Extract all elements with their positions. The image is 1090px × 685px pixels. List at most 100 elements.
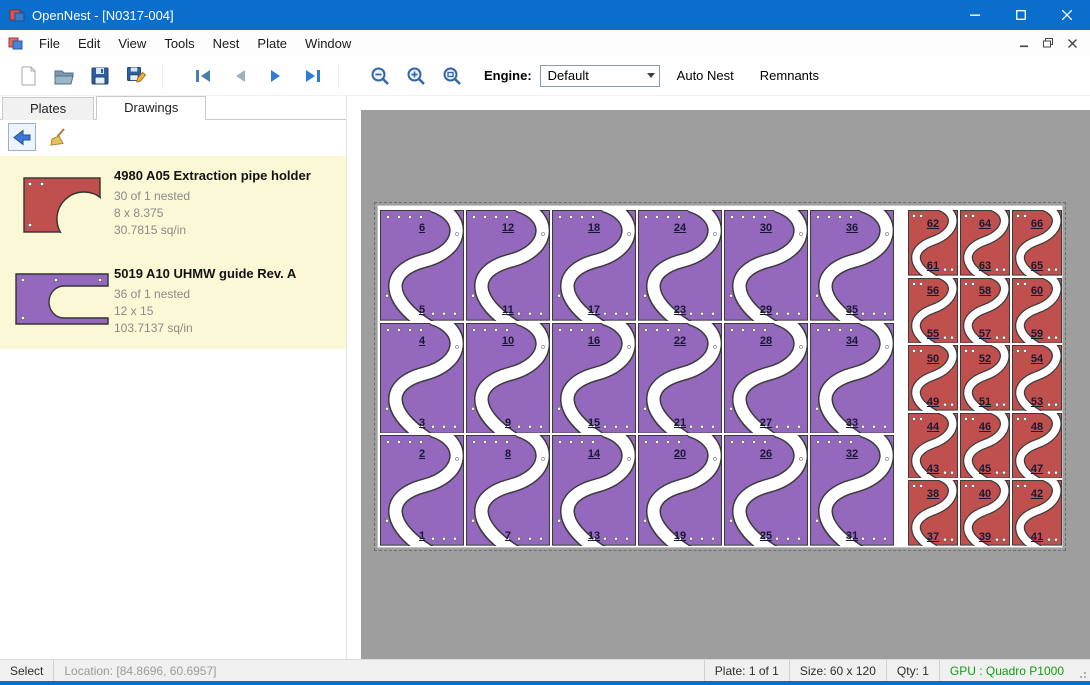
save-icon — [89, 65, 111, 87]
part-number: 33 — [810, 417, 894, 429]
part-number: 53 — [1012, 396, 1062, 408]
nest-part-pair[interactable]: 43 — [380, 323, 464, 434]
nav-prev-icon — [229, 65, 251, 87]
nest-part-pair[interactable]: 109 — [466, 323, 550, 434]
nest-part-pair[interactable]: 3029 — [724, 210, 808, 321]
nest-part-pair[interactable]: 3837 — [908, 480, 958, 546]
engine-select[interactable]: Default — [540, 65, 660, 87]
nest-part-pair[interactable]: 6463 — [960, 210, 1010, 276]
nest-part-pair[interactable]: 87 — [466, 435, 550, 546]
part-number: 64 — [960, 218, 1010, 230]
save-button[interactable] — [84, 60, 116, 92]
minimize-button[interactable] — [952, 0, 998, 30]
part-number: 55 — [908, 328, 958, 340]
menu-view[interactable]: View — [109, 32, 155, 55]
mdi-restore-button[interactable] — [1038, 34, 1058, 52]
close-icon — [1062, 10, 1072, 20]
tab-drawings[interactable]: Drawings — [96, 96, 206, 120]
nest-part-pair[interactable]: 5251 — [960, 345, 1010, 411]
part-thumbnail-purple — [10, 264, 114, 337]
drawing-item-2[interactable]: 5019 A10 UHMW guide Rev. A 36 of 1 neste… — [0, 254, 346, 349]
nest-part-pair[interactable]: 4645 — [960, 413, 1010, 479]
tab-plates[interactable]: Plates — [2, 97, 94, 120]
nest-part-pair[interactable]: 6665 — [1012, 210, 1062, 276]
nest-part-pair[interactable]: 3433 — [810, 323, 894, 434]
menu-window[interactable]: Window — [296, 32, 360, 55]
close-button[interactable] — [1044, 0, 1090, 30]
nest-part-pair[interactable]: 2625 — [724, 435, 808, 546]
nest-part-pair[interactable]: 1615 — [552, 323, 636, 434]
nest-part-pair[interactable]: 5049 — [908, 345, 958, 411]
nest-part-pair[interactable]: 2423 — [638, 210, 722, 321]
menu-plate[interactable]: Plate — [248, 32, 296, 55]
part-number: 54 — [1012, 353, 1062, 365]
part-number: 19 — [638, 530, 722, 542]
nest-part-pair[interactable]: 3231 — [810, 435, 894, 546]
part-number: 36 — [810, 222, 894, 234]
chevron-down-icon[interactable] — [643, 73, 659, 78]
nest-part-pair[interactable]: 1413 — [552, 435, 636, 546]
menu-edit[interactable]: Edit — [69, 32, 109, 55]
maximize-icon — [1016, 10, 1026, 20]
nest-part-pair[interactable]: 3635 — [810, 210, 894, 321]
mdi-minimize-button[interactable] — [1014, 34, 1034, 52]
auto-nest-button[interactable]: Auto Nest — [668, 63, 743, 88]
import-button[interactable] — [8, 123, 36, 151]
nest-part-pair[interactable]: 4847 — [1012, 413, 1062, 479]
nest-part-pair[interactable]: 6059 — [1012, 278, 1062, 344]
drawing-nested: 36 of 1 nested — [114, 286, 340, 303]
part-number: 8 — [466, 448, 550, 460]
zoom-in-button[interactable] — [400, 60, 432, 92]
part-number: 41 — [1012, 531, 1062, 543]
nest-part-pair[interactable]: 65 — [380, 210, 464, 321]
nav-first-button[interactable] — [188, 60, 220, 92]
nav-next-button[interactable] — [260, 60, 292, 92]
menu-file[interactable]: File — [30, 32, 69, 55]
zoom-fit-button[interactable] — [436, 60, 468, 92]
part-number: 20 — [638, 448, 722, 460]
nest-part-pair[interactable]: 6261 — [908, 210, 958, 276]
part-number: 14 — [552, 448, 636, 460]
drawing-item-1[interactable]: 4980 A05 Extraction pipe holder 30 of 1 … — [0, 156, 346, 254]
nest-part-pair[interactable]: 54 53 — [1012, 345, 1062, 411]
open-button[interactable] — [48, 60, 80, 92]
save-as-button[interactable] — [120, 60, 152, 92]
menu-tools[interactable]: Tools — [155, 32, 203, 55]
drawing-size: 8 x 8.375 — [114, 205, 340, 222]
resize-grip[interactable] — [1074, 660, 1090, 681]
nest-part-pair[interactable]: 2019 — [638, 435, 722, 546]
mdi-close-icon — [1068, 39, 1077, 48]
nest-part-pair[interactable]: 2221 — [638, 323, 722, 434]
nest-part-pair[interactable]: 56 55 — [908, 278, 958, 344]
part-number: 43 — [908, 463, 958, 475]
panel-splitter[interactable] — [346, 96, 361, 659]
clean-button[interactable] — [44, 123, 72, 151]
zoom-out-button[interactable] — [364, 60, 396, 92]
nest-part-pair[interactable]: 21 — [380, 435, 464, 546]
maximize-button[interactable] — [998, 0, 1044, 30]
part-number: 26 — [724, 448, 808, 460]
statusbar: Select Location: [84.8696, 60.6957] Plat… — [0, 659, 1090, 681]
nest-part-pair[interactable]: 2827 — [724, 323, 808, 434]
mdi-close-button[interactable] — [1062, 34, 1082, 52]
nest-part-pair[interactable]: 5857 — [960, 278, 1010, 344]
nest-part-pair[interactable]: 4039 — [960, 480, 1010, 546]
nest-part-pair[interactable]: 4241 — [1012, 480, 1062, 546]
nest-canvas[interactable]: 65 1211 1817 2423 3029 3635 43 109 1615 … — [361, 110, 1090, 659]
status-spacer — [227, 660, 704, 681]
remnants-button[interactable]: Remnants — [751, 63, 828, 88]
part-number: 17 — [552, 304, 636, 316]
nest-part-pair[interactable]: 1817 — [552, 210, 636, 321]
part-number: 40 — [960, 488, 1010, 500]
nav-prev-button[interactable] — [224, 60, 256, 92]
plate[interactable]: 65 1211 1817 2423 3029 3635 43 109 1615 … — [377, 205, 1063, 548]
part-number: 56 — [908, 285, 958, 297]
nest-part-pair[interactable]: 1211 — [466, 210, 550, 321]
part-number: 60 — [1012, 285, 1062, 297]
menu-nest[interactable]: Nest — [204, 32, 249, 55]
drawing-title: 4980 A05 Extraction pipe holder — [114, 167, 340, 184]
nest-part-pair[interactable]: 4443 — [908, 413, 958, 479]
part-number: 12 — [466, 222, 550, 234]
nav-last-button[interactable] — [296, 60, 328, 92]
new-button[interactable] — [12, 60, 44, 92]
